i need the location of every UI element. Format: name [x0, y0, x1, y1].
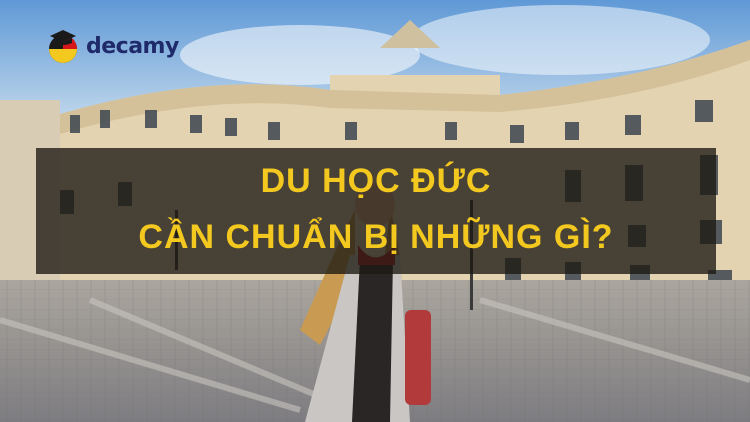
graduation-cap-flag-icon: [49, 30, 77, 63]
headline-line-1: DU HỌC ĐỨC: [260, 162, 492, 200]
brand-logo[interactable]: decamy: [44, 26, 179, 66]
logo-text: decamy: [86, 33, 179, 59]
hero-banner: decamy DU HỌC ĐỨC CẦN CHUẨN BỊ NHỮNG GÌ?: [0, 0, 750, 422]
headline-line-2: CẦN CHUẨN BỊ NHỮNG GÌ?: [138, 218, 614, 256]
